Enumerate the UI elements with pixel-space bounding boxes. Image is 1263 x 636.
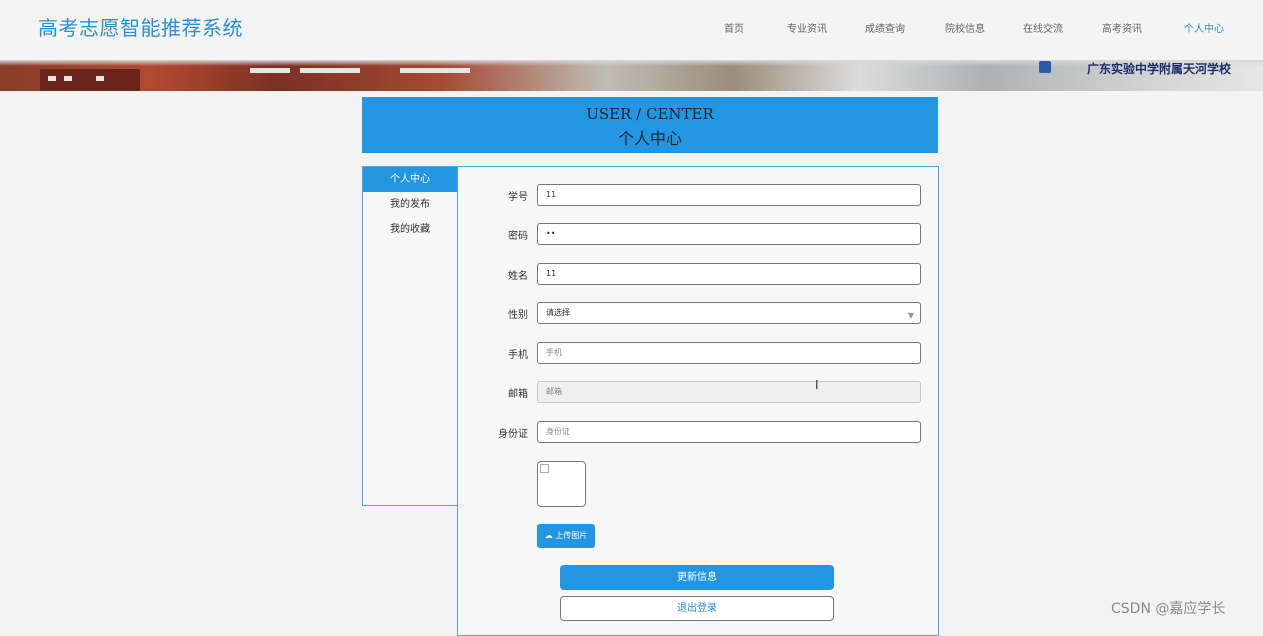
form-row-id-card: 身份证 身份证 [458, 421, 938, 443]
id-card-label: 身份证 [498, 429, 528, 440]
page-title: USER / CENTER 个人中心 [362, 97, 938, 153]
nav-exam-news[interactable]: 高考资讯 [1102, 20, 1142, 35]
site-logo[interactable]: 高考志愿智能推荐系统 [38, 12, 243, 41]
upload-image-label: 上传图片 [555, 531, 588, 540]
banner-window [48, 76, 56, 81]
form-row-email: 邮箱 邮箱 [458, 381, 938, 403]
student-id-input[interactable]: 11 [537, 184, 921, 206]
name-input[interactable]: 11 [537, 263, 921, 285]
sidebar-item-my-favorites[interactable]: 我的收藏 [363, 217, 457, 242]
nav-college-info[interactable]: 院校信息 [945, 20, 985, 35]
avatar-preview [537, 461, 586, 507]
gender-select-value: 请选择 [546, 308, 570, 317]
gender-select[interactable]: 请选择 ▼ [537, 302, 921, 324]
profile-form: 学号 11 密码 •• 姓名 11 性别 请选择 ▼ 手机 手机 邮箱 邮箱 身… [457, 166, 939, 636]
id-card-input[interactable]: 身份证 [537, 421, 921, 443]
gender-label: 性别 [508, 310, 528, 321]
email-input[interactable]: 邮箱 [537, 381, 921, 403]
school-emblem [1039, 61, 1051, 73]
banner-window [64, 76, 72, 81]
banner-window [96, 76, 104, 81]
form-row-gender: 性别 请选择 ▼ [458, 302, 938, 324]
chevron-down-icon: ▼ [907, 311, 914, 320]
text-cursor-icon: I [815, 378, 819, 392]
form-row-password: 密码 •• [458, 223, 938, 245]
sidebar: 个人中心 我的发布 我的收藏 [362, 166, 458, 506]
banner-window [300, 68, 360, 73]
nav-home[interactable]: 首页 [724, 20, 744, 35]
upload-image-button[interactable]: ☁ 上传图片 [537, 524, 595, 548]
form-row-phone: 手机 手机 [458, 342, 938, 364]
password-label: 密码 [508, 231, 528, 242]
main-nav: 首页 专业资讯 成绩查询 院校信息 在线交流 高考资讯 个人中心 [700, 20, 1263, 40]
nav-user-center[interactable]: 个人中心 [1184, 20, 1224, 35]
top-header: 高考志愿智能推荐系统 首页 专业资讯 成绩查询 院校信息 在线交流 高考资讯 个… [0, 0, 1263, 60]
form-row-student-id: 学号 11 [458, 184, 938, 206]
nav-online-chat[interactable]: 在线交流 [1023, 20, 1063, 35]
form-row-name: 姓名 11 [458, 263, 938, 285]
sidebar-item-my-posts[interactable]: 我的发布 [363, 192, 457, 217]
email-label: 邮箱 [508, 389, 528, 400]
school-banner: 广东实验中学附属天河学校 [0, 60, 1263, 91]
banner-sky [0, 60, 1263, 66]
student-id-label: 学号 [508, 192, 528, 203]
phone-label: 手机 [508, 350, 528, 361]
phone-input[interactable]: 手机 [537, 342, 921, 364]
school-name: 广东实验中学附属天河学校 [1086, 62, 1231, 76]
update-info-button[interactable]: 更新信息 [560, 565, 834, 590]
name-label: 姓名 [508, 271, 528, 282]
cloud-upload-icon: ☁ [544, 531, 553, 540]
page-title-cn: 个人中心 [617, 129, 682, 148]
banner-window [250, 68, 290, 73]
watermark: CSDN @嘉应学长 [1111, 601, 1226, 617]
page-title-en: USER / CENTER [586, 105, 714, 123]
nav-major-news[interactable]: 专业资讯 [787, 20, 827, 35]
banner-window [400, 68, 470, 73]
nav-score-query[interactable]: 成绩查询 [865, 20, 905, 35]
sidebar-item-user-center[interactable]: 个人中心 [363, 167, 457, 192]
logout-button[interactable]: 退出登录 [560, 596, 834, 621]
password-input[interactable]: •• [537, 223, 921, 245]
broken-image-icon [540, 464, 549, 473]
